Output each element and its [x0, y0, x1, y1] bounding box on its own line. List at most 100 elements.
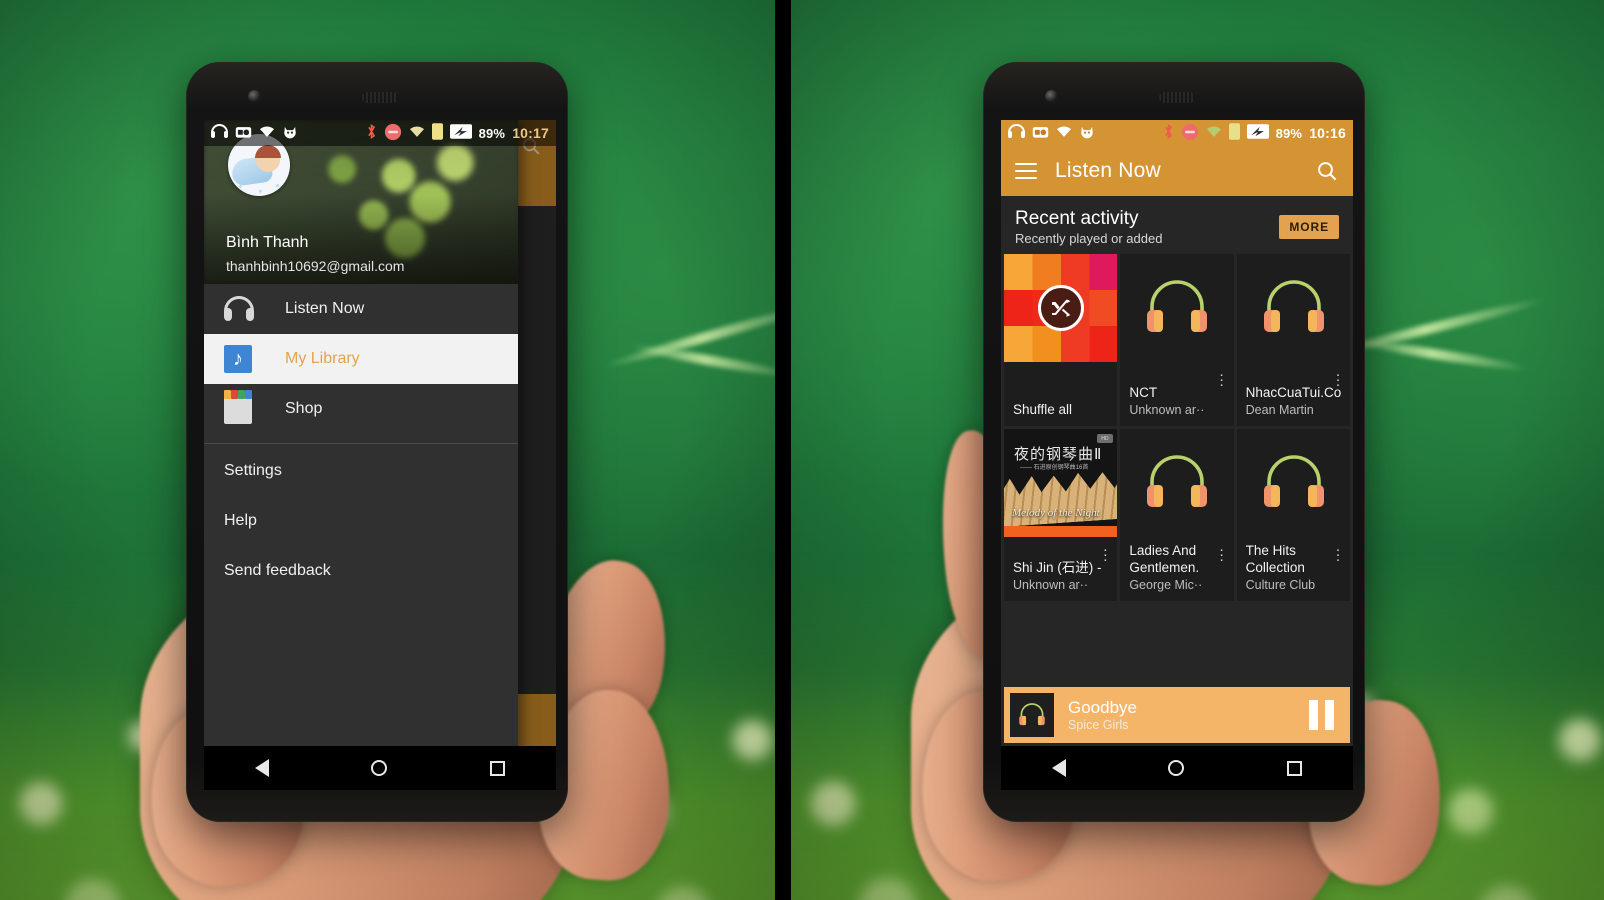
shuffle-tile — [1004, 254, 1118, 362]
section-title: Recent activity — [1015, 208, 1139, 229]
now-playing-title: Goodbye — [1068, 698, 1137, 717]
drawer-item-help[interactable]: Help — [204, 496, 518, 546]
back-icon[interactable] — [255, 759, 270, 777]
headphones-icon — [1263, 280, 1324, 332]
album-chinese-title: 夜的钢琴曲Ⅱ — [1014, 445, 1103, 463]
earpiece-speaker — [1159, 92, 1195, 103]
more-button[interactable]: MORE — [1279, 215, 1339, 239]
sim-card-icon — [1228, 123, 1240, 143]
card-subtitle: Unknown ar·· — [1129, 403, 1205, 417]
card-shi-jin[interactable]: HD 夜的钢琴曲Ⅱ —— 石进原创钢琴曲16首 Melody of the Ni… — [1004, 429, 1118, 601]
card-ladies-and-gentlemen[interactable]: · · · Ladies And Gentlemen. George Mic·· — [1120, 429, 1234, 601]
headphones-placeholder — [1120, 254, 1233, 362]
earpiece-speaker — [362, 92, 398, 103]
hamburger-menu-icon[interactable] — [1015, 163, 1037, 179]
card-title: Shuffle all — [1013, 402, 1073, 417]
account-email: thanhbinh10692@gmail.com — [226, 258, 405, 274]
shuffle-icon — [1038, 285, 1084, 331]
back-icon[interactable] — [1052, 759, 1067, 777]
right-panel: 89% 10:16 Listen Now Recent activity Rec… — [791, 0, 1604, 900]
battery-charging-icon — [1246, 124, 1269, 142]
library-music-icon — [224, 345, 264, 373]
system-navigation-bar-left — [204, 746, 556, 790]
do-not-disturb-icon — [1181, 123, 1199, 144]
card-meta: NhacCuaTui.Com Dean Martin — [1246, 384, 1341, 418]
card-meta: Ladies And Gentlemen. George Mic·· — [1129, 542, 1224, 593]
card-subtitle: Unknown ar·· — [1013, 578, 1089, 592]
recents-icon[interactable] — [1286, 760, 1302, 776]
wifi-icon — [409, 125, 425, 141]
wifi-icon — [1056, 125, 1072, 141]
drawer-item-send-feedback[interactable]: Send feedback — [204, 546, 518, 596]
album-latin-title: Melody of the Night — [1012, 507, 1100, 519]
card-title: The Hits Collection — [1245, 543, 1305, 575]
navigation-drawer: Bình Thanh thanhbinh10692@gmail.com List… — [204, 120, 518, 790]
cyanogenmod-icon — [1079, 125, 1095, 142]
front-camera — [1045, 90, 1058, 103]
section-header: Recent activity Recently played or added… — [1001, 196, 1353, 254]
wifi-icon — [1206, 125, 1222, 141]
search-icon[interactable] — [1315, 159, 1339, 183]
card-title: NCT — [1129, 385, 1158, 400]
headphones-placeholder — [1237, 429, 1350, 537]
system-navigation-bar-right — [1001, 746, 1353, 790]
card-subtitle: George Mic·· — [1129, 578, 1203, 592]
recents-icon[interactable] — [489, 760, 505, 776]
clock: 10:16 — [1309, 125, 1346, 141]
card-title: Ladies And Gentlemen. — [1129, 543, 1200, 575]
drawer-item-my-library[interactable]: My Library — [204, 334, 518, 384]
left-panel: IS S ⋮ — [0, 0, 775, 900]
battery-percent: 89% — [1275, 125, 1303, 141]
drawer-item-listen-now[interactable]: Listen Now — [204, 284, 518, 334]
do-not-disturb-icon — [384, 123, 402, 144]
screen-right: 89% 10:16 Listen Now Recent activity Rec… — [1001, 120, 1353, 790]
status-bar-left: 89% 10:17 — [204, 120, 556, 146]
album-chinese-subtitle: —— 石进原创钢琴曲16首 — [1020, 465, 1089, 471]
home-icon[interactable] — [371, 760, 388, 776]
card-shuffle-all[interactable]: Shuffle all — [1004, 254, 1118, 426]
recent-activity-grid: Shuffle all · · · NCT Unknown ar·· · · ·… — [1001, 254, 1353, 601]
card-meta: NCT Unknown ar·· — [1129, 384, 1224, 418]
now-playing-meta: Goodbye Spice Girls — [1054, 698, 1309, 732]
headphones-icon — [1147, 280, 1208, 332]
drawer-item-shop[interactable]: Shop — [204, 384, 518, 434]
card-title: NhacCuaTui.Com — [1245, 385, 1341, 400]
screenshot-stage: IS S ⋮ — [0, 0, 1604, 900]
headphones-icon — [1147, 455, 1208, 507]
headphones-icon — [211, 124, 228, 142]
drawer-item-label: Listen Now — [285, 300, 365, 317]
screen-left: IS S ⋮ — [204, 120, 556, 790]
radio-icon — [1032, 125, 1049, 142]
card-subtitle: Culture Club — [1245, 578, 1316, 592]
radio-icon — [235, 125, 252, 142]
headphones-icon — [1008, 124, 1025, 142]
pause-icon[interactable] — [1309, 700, 1344, 730]
hd-badge: HD — [1097, 434, 1113, 443]
drawer-item-settings[interactable]: Settings — [204, 446, 518, 496]
page-title: Listen Now — [1055, 159, 1161, 182]
drawer-item-label: My Library — [285, 350, 360, 367]
shopping-bag-icon — [224, 390, 264, 424]
now-playing-bar[interactable]: Goodbye Spice Girls — [1004, 687, 1350, 743]
headphones-icon — [1019, 703, 1045, 726]
now-playing-art — [1010, 693, 1054, 737]
card-the-hits-collection[interactable]: · · · The Hits Collection Culture Club — [1236, 429, 1350, 601]
card-nhaccuatui[interactable]: ··· NhacCuaTui.Com Dean Martin — [1236, 254, 1350, 426]
home-icon[interactable] — [1168, 760, 1185, 776]
card-nct[interactable]: · · · NCT Unknown ar·· — [1120, 254, 1234, 426]
clock: 10:17 — [512, 125, 549, 141]
card-title: Shi Jin (石进) - — [1013, 560, 1102, 575]
headphones-icon — [1263, 455, 1324, 507]
cyanogenmod-icon — [282, 125, 298, 142]
front-camera — [248, 90, 261, 103]
section-subtitle: Recently played or added — [1015, 231, 1163, 246]
avatar-hair — [255, 145, 281, 158]
card-subtitle: Dean Martin — [1245, 403, 1314, 417]
status-bar-right: 89% 10:16 — [1001, 120, 1353, 146]
battery-charging-icon — [449, 124, 472, 142]
headphones-placeholder — [1237, 254, 1350, 362]
melody-of-the-night-album: HD 夜的钢琴曲Ⅱ —— 石进原创钢琴曲16首 Melody of the Ni… — [1004, 429, 1118, 537]
card-meta: The Hits Collection Culture Club — [1246, 542, 1341, 593]
headphones-placeholder — [1120, 429, 1233, 537]
drawer-divider — [204, 443, 518, 444]
